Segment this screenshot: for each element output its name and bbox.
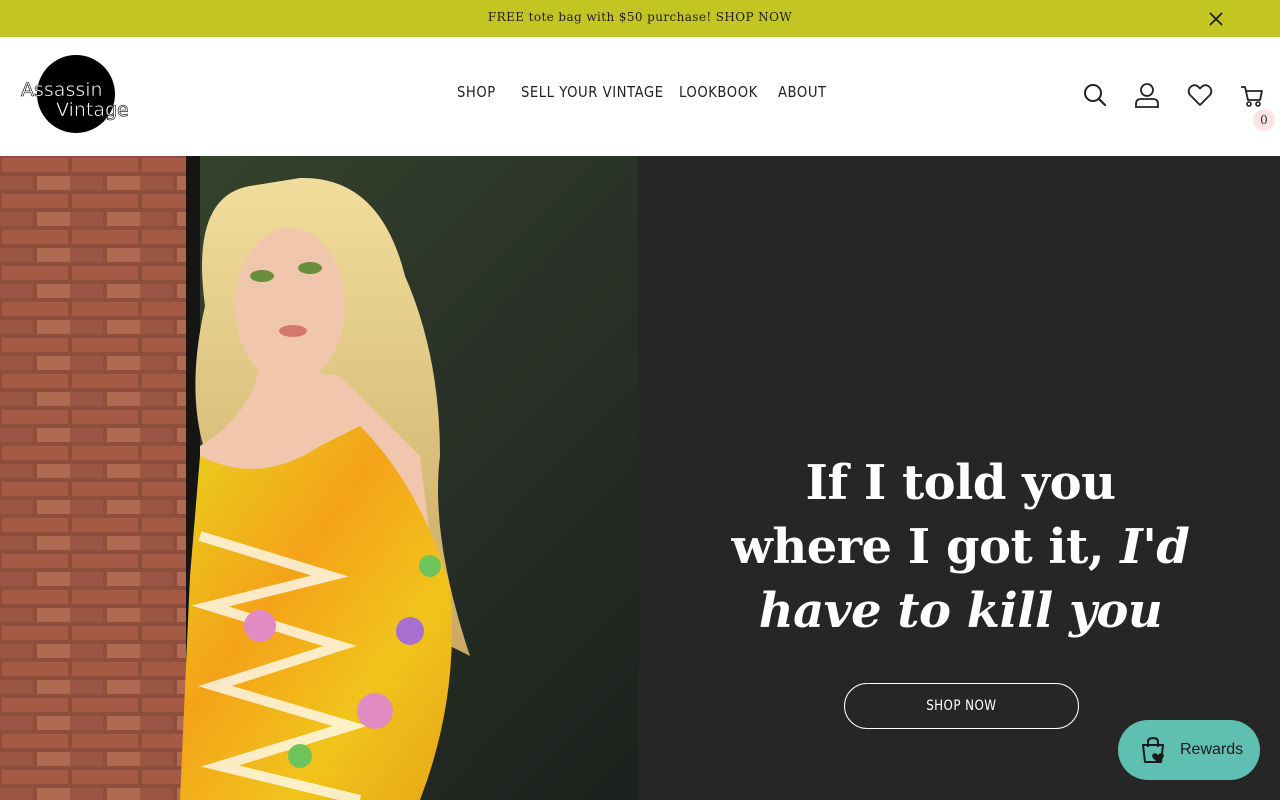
rewards-label: Rewards [1180, 741, 1244, 758]
announcement-bar: FREE tote bag with $50 purchase! SHOP NO… [0, 0, 1280, 37]
logo-line2: Vintage [56, 99, 129, 121]
announcement-text[interactable]: FREE tote bag with $50 purchase! SHOP NO… [488, 10, 792, 24]
shop-now-label: SHOP NOW [926, 698, 997, 714]
hero-headline-plain: If I told you where I got it, [731, 455, 1116, 575]
nav-item-sell-your-vintage[interactable]: SELL YOUR VINTAGE [521, 83, 664, 101]
nav-item-lookbook[interactable]: LOOKBOOK [679, 83, 758, 101]
logo-line1: Assassin [21, 79, 103, 101]
logo[interactable]: Assassin Vintage [18, 54, 130, 134]
hero-image [0, 156, 638, 800]
hero-headline: If I told you where I got it, I'd have t… [718, 451, 1203, 643]
wishlist-icon[interactable] [1187, 82, 1213, 108]
account-icon[interactable] [1134, 82, 1160, 108]
cart-count-badge[interactable]: 0 [1253, 109, 1275, 131]
gift-bag-icon [1138, 735, 1168, 765]
shop-now-button[interactable]: SHOP NOW [844, 683, 1079, 729]
rewards-button[interactable]: Rewards [1118, 720, 1260, 780]
hero-section: If I told you where I got it, I'd have t… [0, 156, 1280, 800]
close-icon[interactable] [1207, 10, 1225, 28]
search-icon[interactable] [1082, 82, 1108, 108]
nav-item-shop[interactable]: SHOP [457, 83, 496, 101]
nav-item-about[interactable]: ABOUT [778, 83, 827, 101]
site-header: Assassin Vintage SHOP SELL YOUR VINTAGE … [0, 37, 1280, 156]
cart-icon[interactable] [1239, 82, 1265, 108]
hero-text-panel: If I told you where I got it, I'd have t… [638, 156, 1280, 800]
